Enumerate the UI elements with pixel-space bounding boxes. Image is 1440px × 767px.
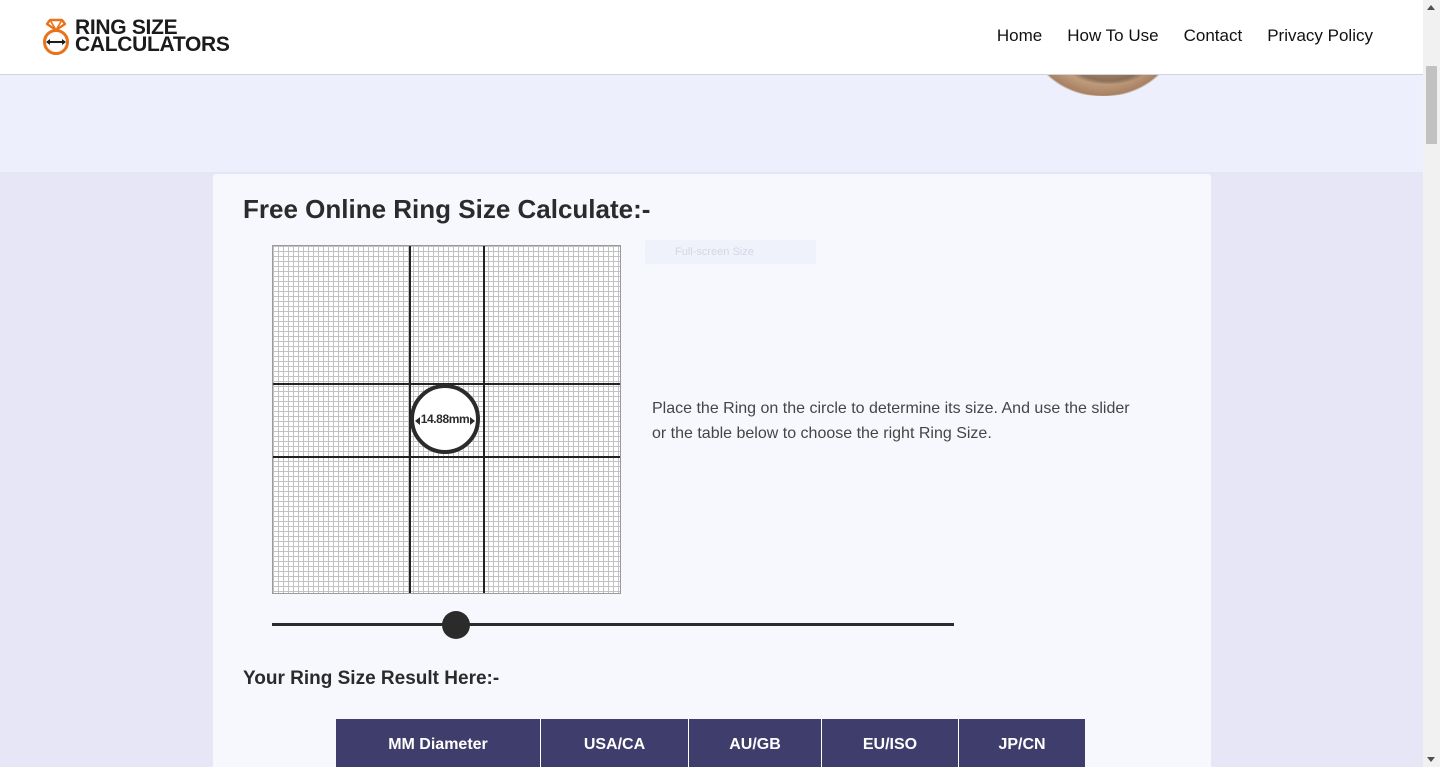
ring-size-table: MM Diameter USA/CA AU/GB EU/ISO JP/CN (336, 719, 1085, 767)
instructions-text: Place the Ring on the circle to determin… (652, 400, 1130, 442)
measurement-grid: 14.88mm (272, 245, 621, 594)
ring-measure-icon (43, 18, 69, 55)
scrollbar-thumb[interactable] (1426, 66, 1437, 144)
result-title: Your Ring Size Result Here:- (243, 668, 500, 689)
logo-text: RING SIZE CALCULATORS (75, 17, 230, 56)
column-header-usa-ca[interactable]: USA/CA (540, 719, 689, 767)
ring-diameter-label: 14.88mm (419, 412, 471, 426)
scroll-up-icon[interactable] (1427, 5, 1435, 10)
logo-line-2: CALCULATORS (75, 33, 230, 56)
grid-guide-bottom (273, 456, 620, 458)
scroll-down-icon[interactable] (1427, 757, 1435, 762)
nav-privacy-policy-link[interactable]: Privacy Policy (1267, 26, 1373, 46)
calculator-card: Free Online Ring Size Calculate:- 14.88m… (213, 174, 1211, 767)
slider-track[interactable] (272, 623, 954, 626)
page: RING SIZE CALCULATORS Home How To Use Co… (0, 0, 1423, 767)
column-header-eu-iso[interactable]: EU/ISO (821, 719, 959, 767)
nav-how-to-use-link[interactable]: How To Use (1067, 26, 1158, 46)
column-header-au-gb[interactable]: AU/GB (688, 719, 822, 767)
nav-home-link[interactable]: Home (997, 26, 1042, 46)
calculator-title: Free Online Ring Size Calculate:- (243, 194, 651, 224)
fullscreen-size-button[interactable]: Full-screen Size (645, 240, 816, 264)
table-header-row: MM Diameter USA/CA AU/GB EU/ISO JP/CN (336, 719, 1085, 767)
grid-guide-right (483, 246, 485, 593)
site-header: RING SIZE CALCULATORS Home How To Use Co… (0, 0, 1423, 75)
nav-contact-link[interactable]: Contact (1184, 26, 1243, 46)
ring-size-slider[interactable] (272, 610, 954, 640)
slider-thumb[interactable] (442, 611, 470, 639)
site-logo[interactable]: RING SIZE CALCULATORS (41, 17, 241, 58)
main-nav: Home How To Use Contact Privacy Policy (997, 26, 1373, 46)
column-header-jp-cn[interactable]: JP/CN (958, 719, 1085, 767)
column-header-mm-diameter[interactable]: MM Diameter (336, 719, 541, 767)
page-scrollbar[interactable] (1423, 0, 1440, 767)
ring-size-circle: 14.88mm (410, 384, 480, 454)
